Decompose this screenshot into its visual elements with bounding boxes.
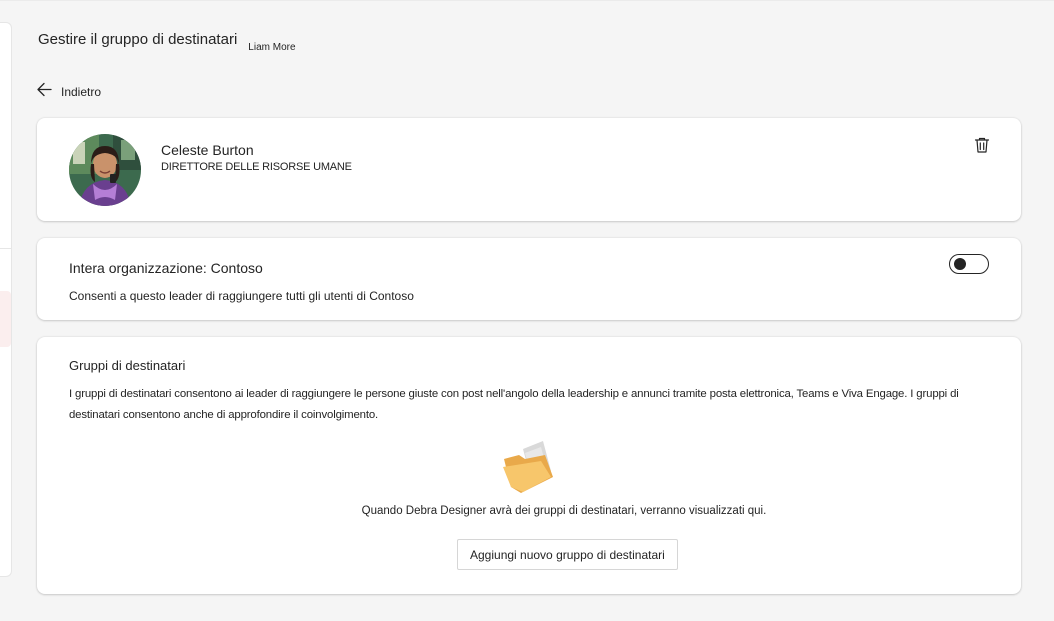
groups-title: Gruppi di destinatari <box>69 358 186 373</box>
arrow-left-icon <box>37 82 52 97</box>
left-panel-selected-item[interactable] <box>0 291 11 347</box>
top-divider <box>0 0 1054 1</box>
toggle-knob <box>954 258 966 270</box>
groups-description: I gruppi di destinatari consentono ai le… <box>69 388 959 421</box>
leader-role: DIRETTORE DELLE RISORSE UMANE <box>161 161 352 173</box>
leader-name: Celeste Burton <box>161 142 254 158</box>
organization-toggle[interactable] <box>949 254 989 274</box>
current-user: Liam More <box>248 42 296 53</box>
avatar <box>69 134 141 206</box>
left-panel-divider <box>0 248 11 249</box>
page-header: Gestire il gruppo di destinatari Liam Mo… <box>38 31 296 53</box>
organization-label: Intera organizzazione: Contoso <box>69 260 263 276</box>
back-link[interactable]: Indietro <box>36 81 102 99</box>
audience-groups-card: Gruppi di destinatari I gruppi di destin… <box>37 337 1021 594</box>
left-panel <box>0 22 12 577</box>
organization-card: Intera organizzazione: Contoso Consenti … <box>37 238 1021 320</box>
folder-icon <box>503 441 553 493</box>
empty-state-message: Quando Debra Designer avrà dei gruppi di… <box>361 505 767 517</box>
leader-card: Celeste Burton DIRETTORE DELLE RISORSE U… <box>37 118 1021 221</box>
organization-description: Consenti a questo leader di raggiungere … <box>69 289 414 303</box>
trash-icon[interactable] <box>973 136 991 154</box>
back-label: Indietro <box>61 84 102 99</box>
add-audience-group-button[interactable]: Aggiungi nuovo gruppo di destinatari <box>457 539 678 570</box>
page-title: Gestire il gruppo di destinatari <box>38 31 238 48</box>
